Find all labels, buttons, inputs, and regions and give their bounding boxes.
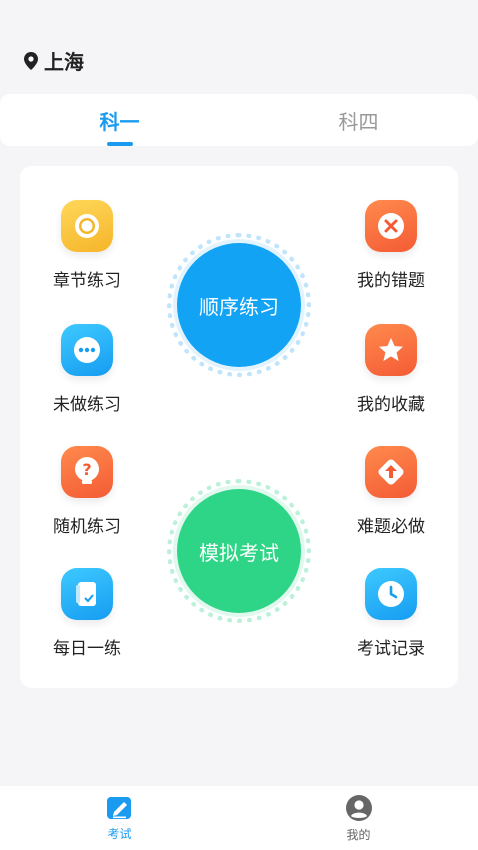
location-text: 上海	[44, 50, 84, 74]
hard-questions-button[interactable]: 难题必做	[336, 446, 446, 537]
feature-label: 每日一练	[53, 639, 121, 659]
feature-label: 随机练习	[53, 517, 121, 537]
random-practice-button[interactable]: ? 随机练习	[32, 446, 142, 537]
my-favorites-button[interactable]: 我的收藏	[336, 324, 446, 415]
nav-label: 我的	[346, 827, 371, 842]
tab-label: 科四	[338, 109, 379, 134]
exam-edit-icon	[106, 796, 131, 819]
my-wrong-questions-button[interactable]: 我的错题	[336, 200, 446, 291]
nav-label: 考试	[107, 826, 132, 841]
arrow-up-diamond-icon	[365, 446, 417, 498]
clock-icon	[365, 568, 417, 620]
feature-label: 章节练习	[53, 271, 121, 291]
practice-card: 章节练习 未做练习 ? 随机练习 每日一练 我的错题 我的收藏 难题必做 考试记…	[20, 166, 458, 688]
feature-label: 未做练习	[53, 395, 121, 415]
location-selector[interactable]: 上海	[24, 46, 84, 75]
tab-active-indicator	[106, 142, 133, 146]
chapter-practice-button[interactable]: 章节练习	[32, 200, 142, 291]
nav-exam[interactable]: 考试	[0, 786, 239, 850]
question-bulb-icon: ?	[61, 446, 113, 498]
daily-practice-button[interactable]: 每日一练	[32, 568, 142, 659]
tab-subject-four[interactable]: 科四	[239, 94, 478, 146]
exam-home-page: 上海 科一 科四 章节练习 未做练习 ? 随机练习 每日一练 我的错题 我的收藏…	[0, 0, 478, 850]
mock-exam-button[interactable]: 模拟考试	[167, 479, 311, 623]
undone-practice-button[interactable]: 未做练习	[32, 324, 142, 415]
exam-records-button[interactable]: 考试记录	[336, 568, 446, 659]
user-avatar-icon	[345, 794, 372, 821]
bottom-navigation: 考试 我的	[0, 786, 478, 850]
feature-label: 难题必做	[357, 517, 425, 537]
notebook-icon	[61, 568, 113, 620]
feature-label: 考试记录	[357, 639, 425, 659]
tab-label: 科一	[99, 109, 140, 134]
feature-label: 我的收藏	[357, 395, 425, 415]
tab-subject-one[interactable]: 科一	[0, 94, 239, 146]
order-practice-button[interactable]: 顺序练习	[167, 233, 311, 377]
mock-exam-label: 模拟考试	[177, 489, 301, 613]
chat-dots-icon	[61, 324, 113, 376]
svg-text:?: ?	[82, 460, 91, 479]
feature-label: 我的错题	[357, 271, 425, 291]
target-icon	[61, 200, 113, 252]
star-icon	[365, 324, 417, 376]
close-circle-icon	[365, 200, 417, 252]
location-pin-icon	[24, 51, 38, 70]
nav-mine[interactable]: 我的	[239, 786, 478, 850]
order-practice-label: 顺序练习	[177, 243, 301, 367]
subject-tabs: 科一 科四	[0, 94, 478, 146]
